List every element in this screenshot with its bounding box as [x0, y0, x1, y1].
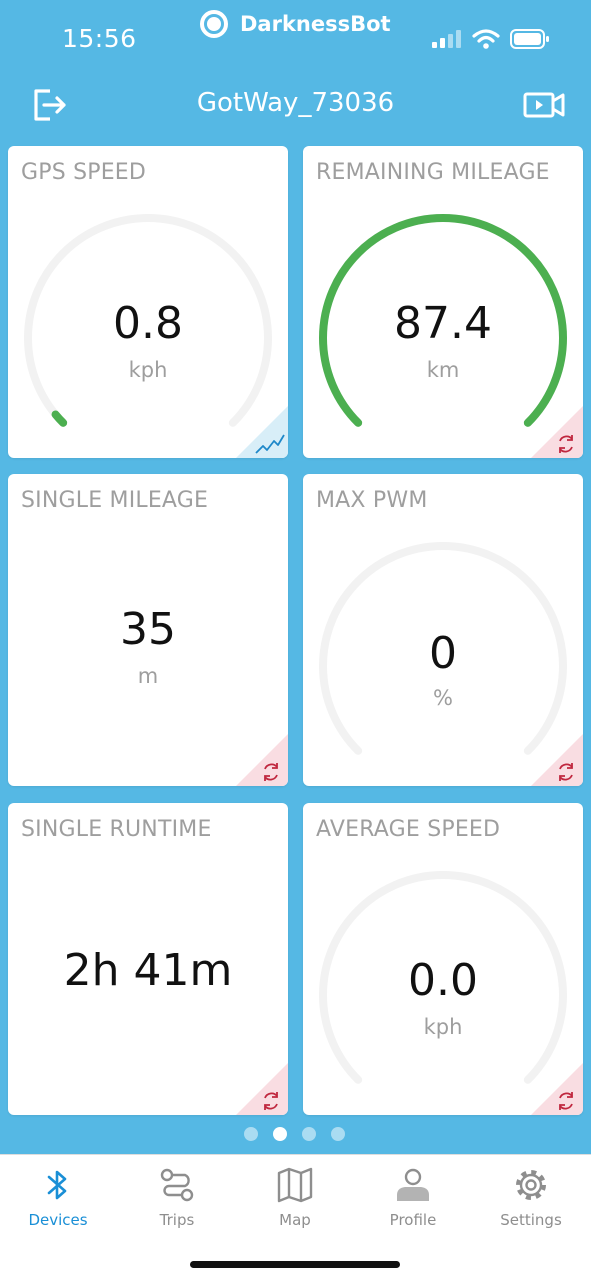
card-unit: %	[433, 686, 453, 710]
home-indicator	[190, 1261, 400, 1268]
gear-icon	[516, 1170, 546, 1200]
card-unit: kph	[128, 358, 168, 382]
status-time: 15:56	[62, 24, 137, 53]
card-unit: m	[137, 664, 159, 688]
device-title: GotWay_73036	[196, 88, 395, 118]
refresh-icon[interactable]	[236, 1063, 288, 1115]
dynamic-island-app-name: DarknessBot	[240, 12, 391, 36]
route-icon	[160, 1168, 194, 1202]
tab-label: Trips	[159, 1211, 195, 1229]
tab-devices[interactable]: Devices	[3, 1165, 113, 1229]
page-indicator[interactable]	[244, 1127, 345, 1141]
page-dot-2[interactable]	[273, 1127, 287, 1141]
refresh-icon[interactable]	[531, 406, 583, 458]
card-average-speed[interactable]: AVERAGE SPEED 0.0 kph	[303, 803, 583, 1115]
tab-settings[interactable]: Settings	[476, 1165, 586, 1229]
card-value: 0.8	[113, 298, 183, 349]
page-dot-1[interactable]	[244, 1127, 258, 1141]
card-single-mileage[interactable]: SINGLE MILEAGE 35 m	[8, 474, 288, 786]
dynamic-island: DarknessBot	[200, 10, 391, 38]
card-title: SINGLE MILEAGE	[21, 488, 209, 513]
tab-label: Map	[279, 1211, 311, 1229]
card-single-runtime[interactable]: SINGLE RUNTIME 2h 41m	[8, 803, 288, 1115]
refresh-icon[interactable]	[236, 734, 288, 786]
card-title: SINGLE RUNTIME	[21, 817, 212, 842]
app-header: GotWay_73036	[0, 78, 591, 132]
tab-label: Devices	[28, 1211, 88, 1229]
bluetooth-icon	[47, 1170, 67, 1200]
card-unit: km	[426, 358, 460, 382]
card-unit: kph	[423, 1015, 463, 1039]
tab-label: Profile	[389, 1211, 437, 1229]
page-dot-3[interactable]	[302, 1127, 316, 1141]
status-bar: 15:56 DarknessBot	[0, 0, 591, 70]
wifi-icon	[472, 29, 500, 49]
tab-profile[interactable]: Profile	[358, 1165, 468, 1229]
video-camera-icon[interactable]	[522, 86, 566, 124]
refresh-icon[interactable]	[531, 1063, 583, 1115]
page-dot-4[interactable]	[331, 1127, 345, 1141]
tab-map[interactable]: Map	[240, 1165, 350, 1229]
card-value: 2h 41m	[63, 945, 233, 996]
tab-label: Settings	[500, 1211, 562, 1229]
cellular-signal-icon	[432, 30, 461, 48]
map-icon	[277, 1167, 313, 1203]
card-remaining-mileage[interactable]: REMAINING MILEAGE 87.4 km	[303, 146, 583, 458]
card-value: 35	[120, 604, 176, 655]
tab-trips[interactable]: Trips	[122, 1165, 232, 1229]
chart-line-icon[interactable]	[236, 406, 288, 458]
card-gps-speed[interactable]: GPS SPEED 0.8 kph	[8, 146, 288, 458]
person-icon	[397, 1168, 429, 1201]
battery-icon	[510, 29, 549, 49]
card-value: 0	[429, 628, 457, 679]
card-value: 0.0	[408, 955, 478, 1006]
app-indicator-icon	[200, 10, 228, 38]
card-value: 87.4	[394, 298, 492, 349]
card-max-pwm[interactable]: MAX PWM 0 %	[303, 474, 583, 786]
refresh-icon[interactable]	[531, 734, 583, 786]
